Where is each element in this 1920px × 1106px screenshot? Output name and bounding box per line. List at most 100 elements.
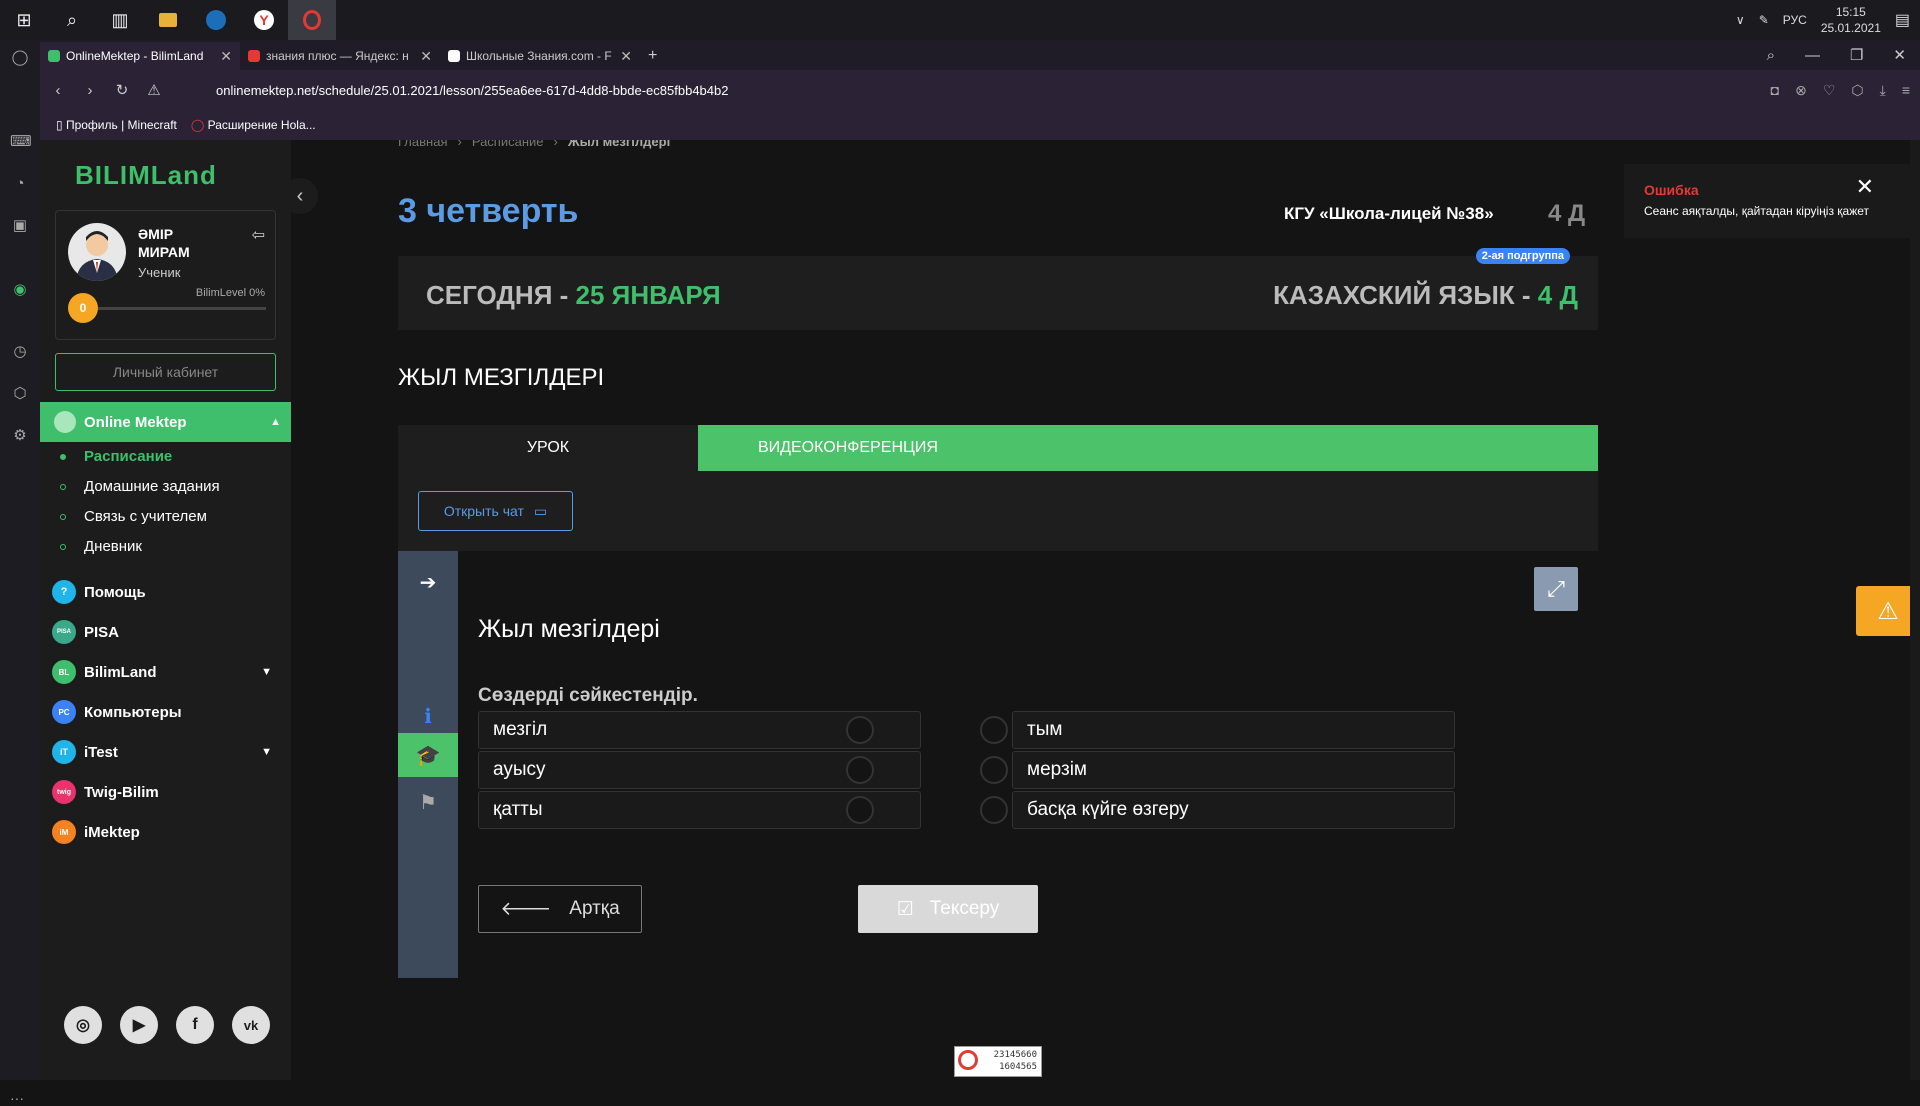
steam-icon[interactable] <box>192 0 240 40</box>
windows-start-icon[interactable]: ⊞ <box>0 0 48 40</box>
reload-icon[interactable]: ↻ <box>106 81 138 99</box>
box-icon[interactable]: ⬡ <box>1851 82 1863 99</box>
match-right-item[interactable]: тым <box>1012 711 1455 749</box>
collapse-sidebar-button[interactable]: ‹ <box>282 178 318 214</box>
vk-icon[interactable]: vk <box>232 1006 270 1044</box>
tab-onlinemektep[interactable]: OnlineMektep - BilimLand ✕ <box>40 42 240 70</box>
avatar[interactable] <box>68 223 126 281</box>
personal-cabinet-button[interactable]: Личный кабинет <box>55 353 276 391</box>
next-arrow-icon[interactable]: ➔ <box>398 557 458 607</box>
bilimland-logo[interactable]: BILIMLand <box>75 160 217 191</box>
bookmark-minecraft[interactable]: ▯ Профиль | Minecraft <box>56 118 177 132</box>
back-icon[interactable]: ‹ <box>42 82 74 99</box>
match-right-item[interactable]: мерзім <box>1012 751 1455 789</box>
sidebar-item-help[interactable]: ? Помощь <box>52 580 280 604</box>
search-icon[interactable]: ⌕ <box>48 0 96 40</box>
back-button[interactable]: 🡐 Артқа <box>478 885 642 933</box>
forward-icon[interactable]: › <box>74 82 106 99</box>
minimize-icon[interactable]: — <box>1805 47 1820 64</box>
history-icon[interactable]: ◷ <box>10 342 30 362</box>
close-icon[interactable]: ✕ <box>220 48 232 65</box>
pen-icon[interactable]: ✎ <box>1759 13 1769 27</box>
notification-icon[interactable]: ▤ <box>1895 10 1910 30</box>
search-tabs-icon[interactable]: ⌕ <box>1767 47 1775 64</box>
url-field[interactable]: onlinemektep.net/schedule/25.01.2021/les… <box>216 83 728 98</box>
sidebar-item-bilimland[interactable]: BL BilimLand ▼ <box>52 660 280 684</box>
match-right-connector[interactable] <box>980 756 1008 784</box>
bilimland-icon: BL <box>52 660 76 684</box>
sidebar-item-itest[interactable]: iT iTest ▼ <box>52 740 280 764</box>
logout-icon[interactable]: ⇦ <box>252 225 265 245</box>
match-right-connector[interactable] <box>980 716 1008 744</box>
activity-area: ⤢ Жыл мезгілдері Сөздерді сәйкестендір. … <box>458 551 1598 978</box>
opera-gx-icon[interactable] <box>288 0 336 40</box>
heart-icon[interactable]: ♡ <box>1823 82 1836 99</box>
bookmark-hola[interactable]: ◯ Расширение Hola... <box>191 118 316 132</box>
visit-counter[interactable]: 23145660 1604565 <box>954 1046 1042 1077</box>
open-chat-button[interactable]: Открыть чат ▭ <box>418 491 573 531</box>
online-mektep-section[interactable]: Online Mektep ▲ <box>40 402 291 442</box>
close-icon[interactable]: ✕ <box>620 48 632 65</box>
camera-icon[interactable]: ◘ <box>1771 82 1779 99</box>
chevron-up-icon[interactable]: ∨ <box>1736 13 1745 27</box>
flag-icon[interactable]: ⚑ <box>398 777 458 827</box>
sidebar-item-teacher-contact[interactable]: Связь с учителем <box>60 508 207 525</box>
page-content: BILIMLand ӘМІР МИРАМ Ученик ⇦ BilimLevel… <box>40 140 1920 1080</box>
opera-menu-icon[interactable]: ◯ <box>10 48 30 68</box>
tab-znanija[interactable]: Школьные Знания.com - F ✕ <box>440 42 640 70</box>
close-icon[interactable]: ✕ <box>420 48 432 65</box>
toast-title: Ошибка <box>1644 182 1699 198</box>
security-warning-icon[interactable]: ⚠ <box>138 81 170 99</box>
instagram-icon[interactable]: ◎ <box>64 1006 102 1044</box>
sidebar-item-computers[interactable]: PC Компьютеры <box>52 700 280 724</box>
app-sidebar: BILIMLand ӘМІР МИРАМ Ученик ⇦ BilimLevel… <box>40 140 291 1080</box>
twitch-icon[interactable]: ▣ <box>10 216 30 236</box>
match-left-connector[interactable] <box>846 756 874 784</box>
sidebar-item-twig-bilim[interactable]: twig Twig-Bilim <box>52 780 280 804</box>
breadcrumb-schedule[interactable]: Расписание <box>472 140 544 149</box>
checkbox-icon: ☑ <box>896 898 914 920</box>
adblock-icon[interactable]: ⊗ <box>1795 82 1807 99</box>
znanija-favicon-icon <box>448 50 460 62</box>
close-window-icon[interactable]: ✕ <box>1893 46 1906 64</box>
extensions-icon[interactable]: ⬡ <box>10 384 30 404</box>
sidebar-item-homework[interactable]: Домашние задания <box>60 478 220 495</box>
sidebar-item-imektep[interactable]: iM iMektep <box>52 820 280 844</box>
file-explorer-icon[interactable] <box>144 0 192 40</box>
download-icon[interactable]: ⤓ <box>1880 82 1886 99</box>
tab-videoconference[interactable]: ВИДЕОКОНФЕРЕНЦИЯ <box>698 425 938 471</box>
facebook-icon[interactable]: f <box>176 1006 214 1044</box>
page-scrollbar[interactable] <box>1910 140 1920 1080</box>
tab-yandex[interactable]: знания плюс — Яндекс: н ✕ <box>240 42 440 70</box>
sidebar-item-schedule[interactable]: Расписание <box>60 448 172 465</box>
subject-label: КАЗАХСКИЙ ЯЗЫК - 4 Д <box>1273 280 1578 311</box>
match-right-item[interactable]: басқа күйге өзгеру <box>1012 791 1455 829</box>
youtube-icon[interactable]: ▶ <box>120 1006 158 1044</box>
match-left-connector[interactable] <box>846 796 874 824</box>
sidebar-item-diary[interactable]: Дневник <box>60 538 142 555</box>
restore-icon[interactable]: ❐ <box>1850 46 1863 64</box>
whatsapp-icon[interactable]: ◉ <box>10 280 30 300</box>
sidebar-item-pisa[interactable]: PISA PISA <box>52 620 280 644</box>
fullscreen-icon[interactable]: ⤢ <box>1534 567 1578 611</box>
graduation-cap-icon[interactable]: 🎓 <box>398 733 458 777</box>
new-tab-button[interactable]: + <box>640 42 680 70</box>
settings-icon[interactable]: ⚙ <box>10 426 30 446</box>
yandex-browser-icon[interactable]: Y <box>240 0 288 40</box>
gamepad-icon[interactable]: ⌨ <box>10 132 32 152</box>
breadcrumb-home[interactable]: Главная <box>398 140 447 149</box>
menu-icon[interactable]: ≡ <box>1902 82 1910 99</box>
error-toast: Ошибка Сеанс аяқталды, қайтадан кіруіңіз… <box>1624 164 1920 238</box>
tab-lesson[interactable]: УРОК <box>398 425 698 471</box>
task-view-icon[interactable]: ▥ <box>96 0 144 40</box>
match-left-connector[interactable] <box>846 716 874 744</box>
computers-icon: PC <box>52 700 76 724</box>
match-right-connector[interactable] <box>980 796 1008 824</box>
speed-icon[interactable]: ◔ <box>10 174 30 194</box>
language-indicator[interactable]: РУС <box>1783 13 1807 27</box>
close-icon[interactable]: ✕ <box>1856 174 1874 200</box>
clock[interactable]: 15:15 25.01.2021 <box>1821 4 1881 36</box>
check-button[interactable]: ☑ Тексеру <box>858 885 1038 933</box>
yandex-favicon-icon <box>248 50 260 62</box>
more-icon[interactable]: ··· <box>10 1090 24 1106</box>
